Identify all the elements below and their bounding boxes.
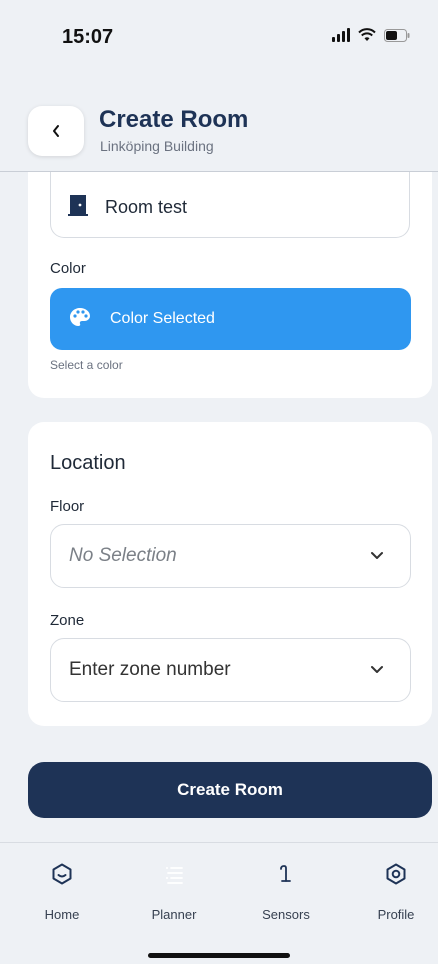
page-subtitle: Linköping Building — [100, 138, 214, 154]
back-button[interactable] — [28, 106, 84, 156]
status-bar: 15:07 — [0, 0, 438, 70]
color-helper-text: Select a color — [50, 358, 123, 372]
chevron-left-icon — [53, 125, 59, 137]
floor-label: Floor — [50, 498, 85, 515]
signal-icon — [332, 28, 350, 42]
color-select-button[interactable]: Color Selected — [50, 288, 411, 350]
chevron-down-icon — [371, 552, 383, 559]
zone-label: Zone — [50, 612, 85, 629]
page-title: Create Room — [99, 106, 249, 133]
status-time: 15:07 — [62, 26, 114, 48]
room-name-field[interactable]: Room test — [50, 172, 410, 238]
tab-label: Sensors — [262, 907, 310, 922]
profile-icon — [386, 863, 406, 885]
header: Create Room Linköping Building — [0, 90, 438, 172]
sensor-icon — [280, 865, 291, 882]
zone-select[interactable]: Enter zone number — [50, 638, 411, 702]
create-room-button[interactable]: Create Room — [28, 762, 432, 818]
bottom-tab-bar: Home Planner Sensors Profile — [0, 842, 438, 964]
room-name-value: Room test — [105, 197, 188, 217]
color-label: Color — [50, 260, 86, 277]
planner-icon — [166, 867, 183, 884]
tab-label: Home — [44, 907, 80, 922]
tab-home[interactable]: Home — [17, 855, 107, 935]
room-details-card: Room test Color Color Selected Select a … — [28, 172, 432, 398]
tab-sensors[interactable]: Sensors — [241, 855, 331, 935]
tab-planner[interactable]: Planner — [129, 855, 219, 935]
zone-select-value: Enter zone number — [69, 659, 231, 680]
tab-label: Planner — [151, 907, 197, 922]
color-button-label: Color Selected — [110, 310, 215, 327]
status-icons — [332, 28, 410, 42]
location-card: Location Floor No Selection Zone Enter z… — [28, 422, 432, 726]
floor-select-value: No Selection — [69, 545, 177, 566]
door-icon — [68, 195, 88, 216]
wifi-icon — [358, 28, 376, 42]
home-icon — [52, 863, 72, 885]
home-indicator — [148, 953, 290, 958]
tab-profile[interactable]: Profile — [351, 855, 438, 935]
chevron-down-icon — [371, 666, 383, 673]
tab-label: Profile — [377, 907, 415, 922]
battery-icon — [384, 28, 410, 42]
floor-select[interactable]: No Selection — [50, 524, 411, 588]
palette-icon — [70, 308, 90, 326]
location-title: Location — [50, 452, 126, 474]
